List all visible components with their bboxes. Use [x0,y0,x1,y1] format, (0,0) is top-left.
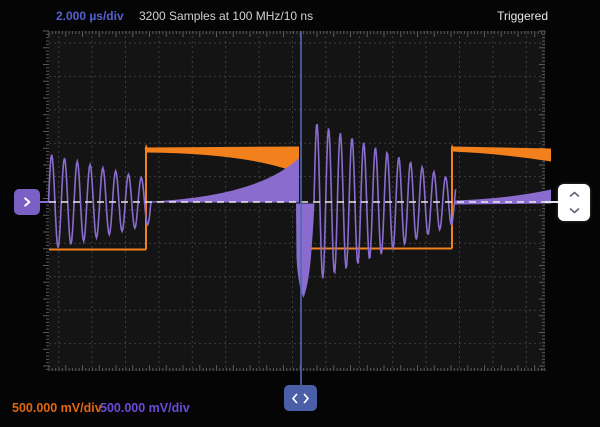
chevron-right-icon [21,196,33,208]
channel2-scale-label[interactable]: 500.000 mV/div [100,401,190,415]
oscilloscope-screen: 2.000 µs/div 3200 Samples at 100 MHz/10 … [0,0,600,427]
scope-display[interactable] [0,0,600,427]
chevron-right-icon [302,393,310,404]
vertical-offset-stepper[interactable] [558,184,590,221]
chevron-down-icon[interactable] [558,203,590,219]
channel1-scale-label[interactable]: 500.000 mV/div [12,401,102,415]
horizontal-position-button[interactable] [284,385,317,411]
channel-offset-marker-button[interactable] [14,189,40,215]
chevron-up-icon[interactable] [558,186,590,202]
chevron-left-icon [291,393,299,404]
